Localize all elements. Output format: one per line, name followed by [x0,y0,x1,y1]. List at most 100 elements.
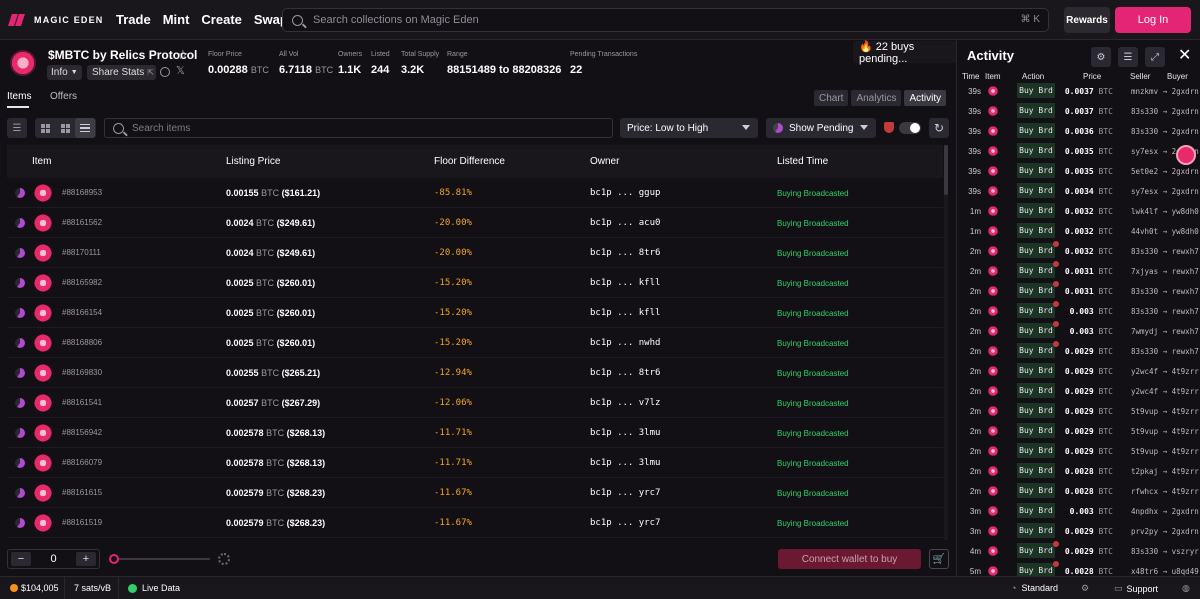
sort-select[interactable]: Price: Low to High [620,118,758,138]
activity-item-icon[interactable] [988,186,998,196]
settings-gear[interactable]: ⚙ [1081,583,1089,594]
buyer-address[interactable]: 4t9zrr [1172,467,1199,476]
activity-row[interactable]: 39s Buy Brd 0.0036 BTC 83s330 → 2gxdrn [957,121,1200,141]
table-row[interactable]: #88170111 0.0024 BTC ($249.61) -20.00% bc1p… [7,238,943,268]
activity-row[interactable]: 39s Buy Brd 0.0037 BTC 83s330 → 2gxdrn [957,101,1200,121]
seller-address[interactable]: sy7esx [1131,147,1158,156]
item-id[interactable]: #88168953 [62,188,102,197]
seller-address[interactable]: 44vh0t [1131,227,1158,236]
seller-address[interactable]: x48tr6 [1131,567,1158,576]
refresh-button[interactable]: ↻ [929,118,949,138]
activity-item-icon[interactable] [988,546,998,556]
item-id[interactable]: #88168806 [62,338,102,347]
item-thumbnail[interactable] [34,274,52,292]
table-row[interactable]: #88161519 0.002579 BTC ($268.23) -11.67% bc… [7,508,943,538]
seller-address[interactable]: t2pkaj [1131,467,1158,476]
owner-address[interactable]: bc1p ... 3lmu [590,458,660,468]
login-button[interactable]: Log In [1115,7,1191,33]
owner-address[interactable]: bc1p ... yrc7 [590,518,660,528]
nav-create[interactable]: Create [201,12,241,27]
live-data[interactable]: Live Data [128,583,180,593]
buyer-address[interactable]: rewxh7 [1172,327,1199,336]
sweep-slider-handle[interactable] [109,554,119,564]
activity-row[interactable]: 2m Buy Brd 0.003 BTC 7wmydj → rewxh7 [957,321,1200,341]
seller-address[interactable]: prv2py [1131,527,1158,536]
buyer-address[interactable]: 2gxdrn [1172,87,1199,96]
item-id[interactable]: #88166079 [62,458,102,467]
activity-filter-button[interactable]: ⚙ [1091,47,1111,67]
activity-item-icon[interactable] [988,426,998,436]
item-id[interactable]: #88169830 [62,368,102,377]
seller-address[interactable]: y2wc4f [1131,387,1158,396]
standard-mode[interactable]: ◔ Standard [1011,583,1058,593]
sweep-slider-track[interactable] [113,558,210,560]
activity-row[interactable]: 2m Buy Brd 0.0029 BTC 5t9vup → 4t9zrr [957,401,1200,421]
item-thumbnail[interactable] [34,514,52,532]
info-button[interactable]: Info ▼ [47,65,82,80]
buyer-address[interactable]: 4t9zrr [1172,367,1199,376]
buyer-address[interactable]: 4t9zrr [1172,427,1199,436]
table-scrollbar[interactable] [944,145,948,540]
col-listing-price[interactable]: Listing Price [226,156,280,167]
seller-address[interactable]: y2wc4f [1131,367,1158,376]
activity-row[interactable]: 2m Buy Brd 0.0029 BTC 83s330 → rewxh7 [957,341,1200,361]
grid-small-button[interactable] [55,118,75,138]
increment-button[interactable]: + [76,552,96,566]
activity-row[interactable]: 39sBuy Brd0.0035 BTCsy7esx → 2gxdrn [957,141,1200,161]
item-id[interactable]: #88161615 [62,488,102,497]
close-icon[interactable]: ✕ [1178,45,1191,65]
activity-row[interactable]: 2m Buy Brd 0.0028 BTC rfwhcx → 4t9zrr [957,481,1200,501]
activity-item-icon[interactable] [988,406,998,416]
seller-address[interactable]: mnzkmv [1131,87,1158,96]
buyer-address[interactable]: rewxh7 [1172,267,1199,276]
activity-item-icon[interactable] [988,486,998,496]
activity-item-icon[interactable] [988,346,998,356]
cart-button[interactable]: 🛒 [929,549,949,569]
activity-item-icon[interactable] [988,326,998,336]
rewards-button[interactable]: Rewards [1064,7,1110,33]
activity-item-icon[interactable] [988,206,998,216]
table-row[interactable]: #88156942 0.002578 BTC ($268.13) -11.71% bc… [7,418,943,448]
table-row[interactable]: #88168953 0.00155 BTC ($161.21) -85.81% bc1… [7,178,943,208]
filter-button[interactable]: ☰ [7,118,27,138]
table-row[interactable]: #88166154 0.0025 BTC ($260.01) -15.20% bc1p… [7,298,943,328]
owner-address[interactable]: bc1p ... yrc7 [590,488,660,498]
collection-search-input[interactable] [313,14,993,26]
activity-row[interactable]: 2m Buy Brd 0.0029 BTC 5t9vup → 4t9zrr [957,441,1200,461]
seller-address[interactable]: 4npdhx [1131,507,1158,516]
activity-item-icon[interactable] [988,526,998,536]
item-search-input[interactable] [132,122,602,134]
activity-row[interactable]: 3m Buy Brd 0.0029 BTC prv2py → 2gxdrn [957,521,1200,541]
activity-row[interactable]: 2m Buy Brd 0.0032 BTC 83s330 → rewxh7 [957,241,1200,261]
item-thumbnail[interactable] [34,304,52,322]
activity-item-icon[interactable] [988,166,998,176]
item-thumbnail[interactable] [34,214,52,232]
activity-item-icon[interactable] [988,266,998,276]
activity-row[interactable]: 2m Buy Brd 0.0031 BTC 83s330 → rewxh7 [957,281,1200,301]
activity-item-icon[interactable] [988,446,998,456]
item-id[interactable]: #88156942 [62,428,102,437]
tab-items[interactable]: Items [7,91,31,102]
activity-item-icon[interactable] [988,506,998,516]
table-row[interactable]: #88166079 0.002578 BTC ($268.13) -11.71% bc… [7,448,943,478]
activity-row[interactable]: 2m Buy Brd 0.0029 BTC y2wc4f → 4t9zrr [957,361,1200,381]
activity-item-icon[interactable] [988,106,998,116]
show-pending-select[interactable]: Show Pending [766,118,876,138]
buyer-address[interactable]: 2gxdrn [1172,507,1199,516]
activity-item-icon[interactable] [988,126,998,136]
item-thumbnail[interactable] [34,394,52,412]
activity-item-icon[interactable] [988,466,998,476]
table-row[interactable]: #88161541 0.00257 BTC ($267.29) -12.06% bc1… [7,388,943,418]
activity-item-icon[interactable] [988,246,998,256]
seller-address[interactable]: 5t9vup [1131,407,1158,416]
activity-item-icon[interactable] [988,286,998,296]
seller-address[interactable]: 83s330 [1131,347,1158,356]
tab-offers[interactable]: Offers [50,91,77,102]
buyer-address[interactable]: u8qd49 [1172,567,1199,576]
owner-address[interactable]: bc1p ... acu0 [590,218,660,228]
buyer-address[interactable]: 2gxdrn [1172,107,1199,116]
decrement-button[interactable]: − [11,552,31,566]
table-scrollbar-thumb[interactable] [944,145,948,195]
item-id[interactable]: #88170111 [62,248,101,257]
owner-address[interactable]: bc1p ... kfll [590,308,660,318]
